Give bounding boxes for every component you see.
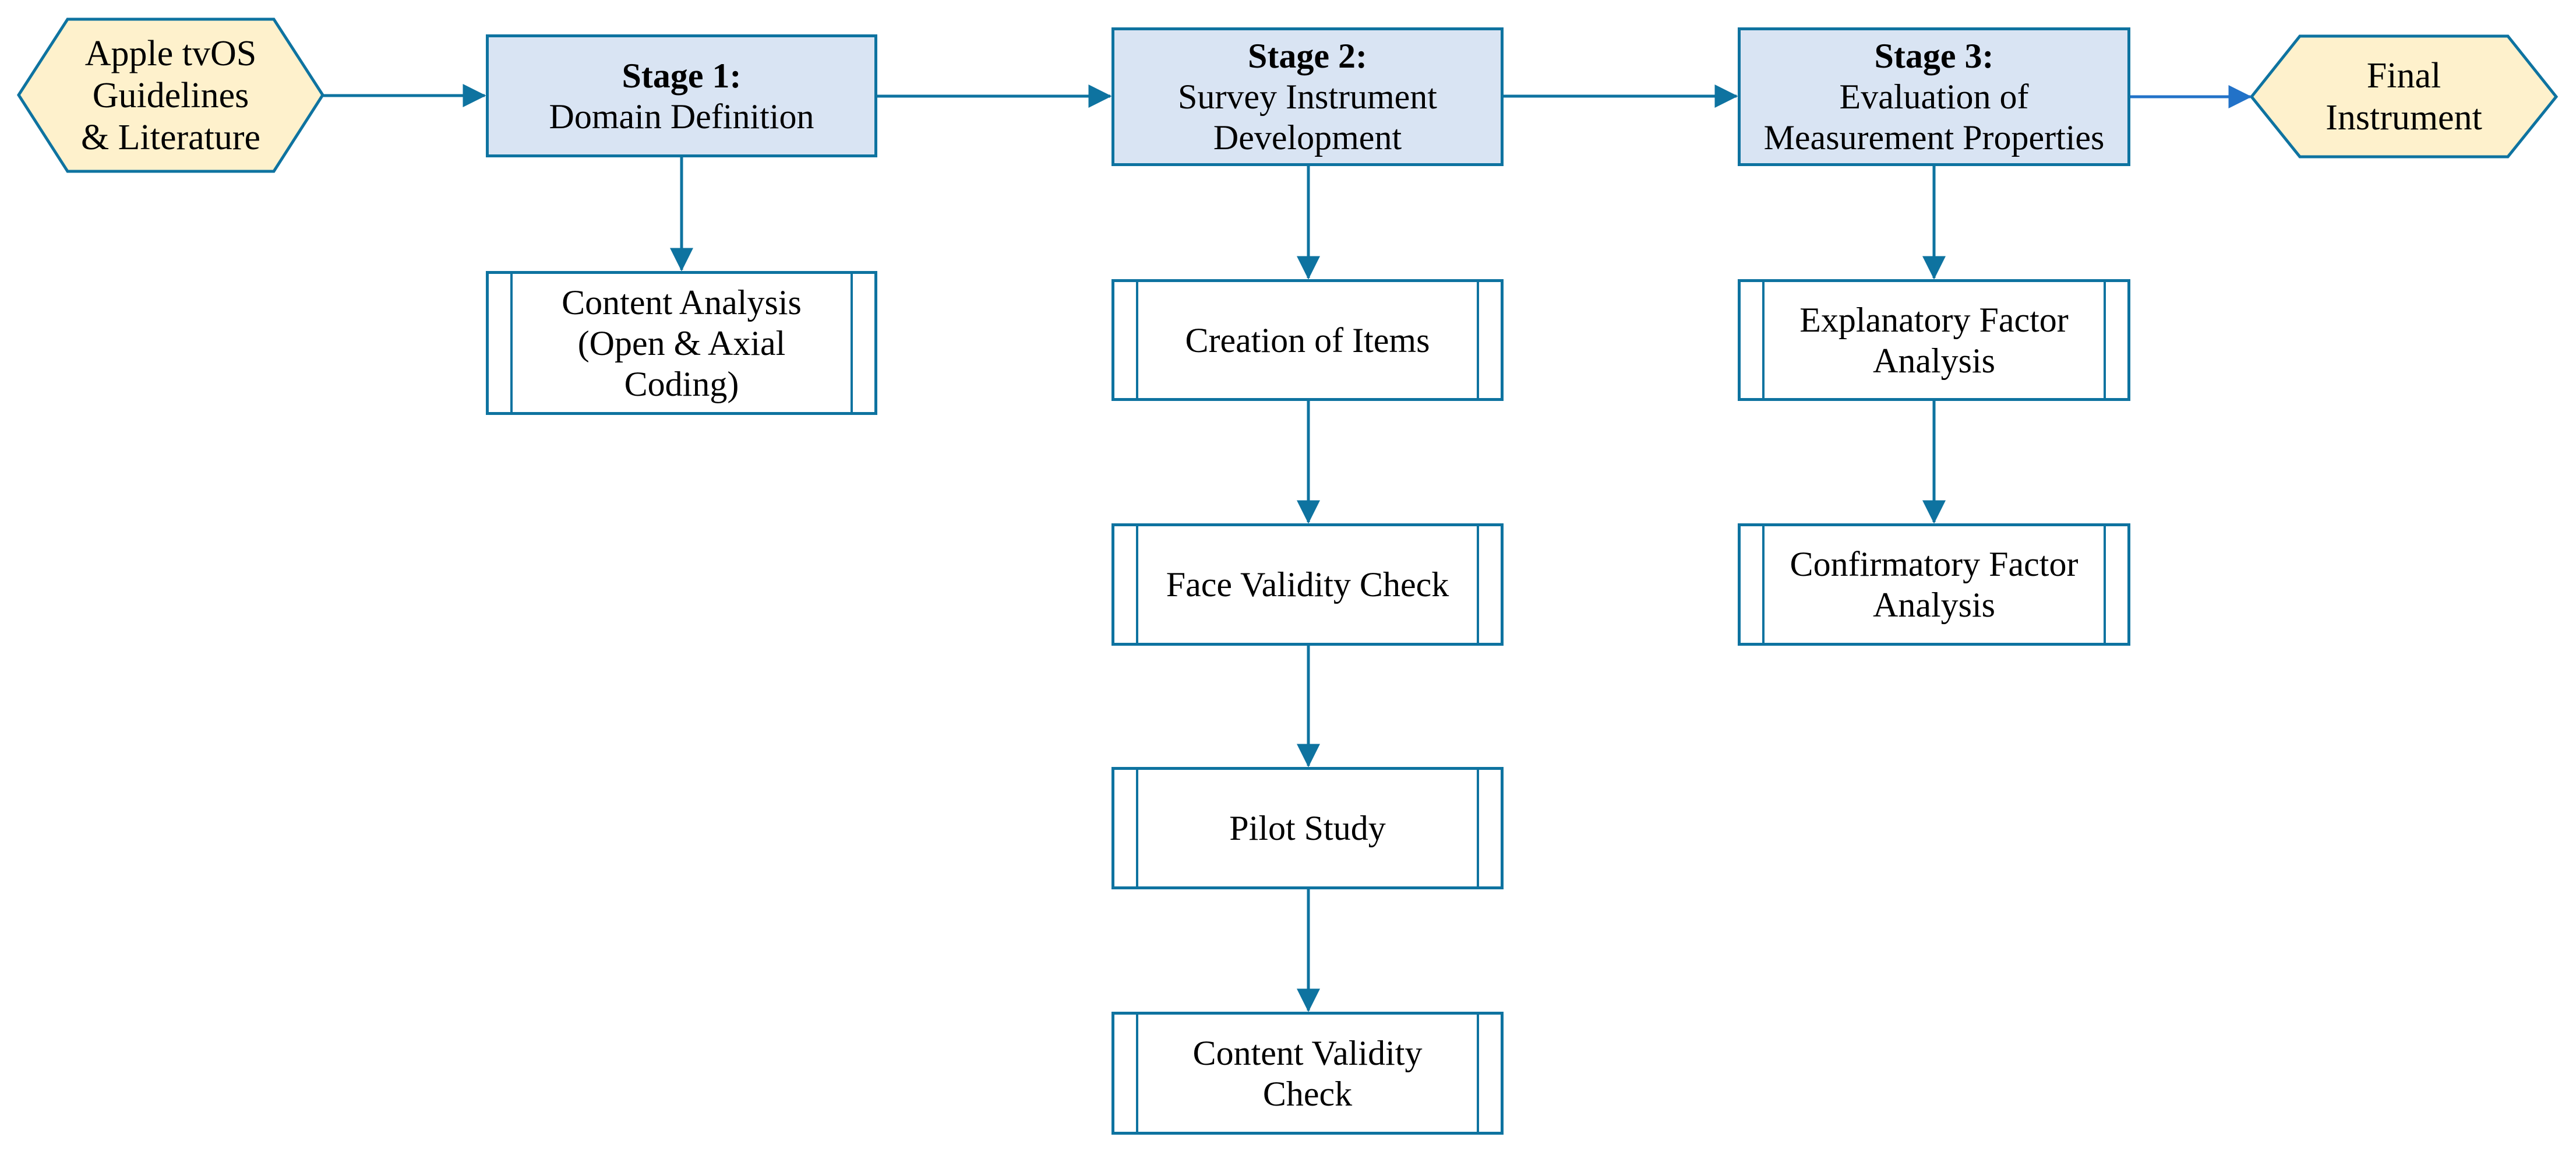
stage-3-title: Measurement Properties: [1763, 118, 2105, 157]
step-line: Analysis: [1873, 586, 1995, 624]
step-line: Pilot Study: [1229, 809, 1386, 847]
step-line: Confirmatory Factor: [1790, 545, 2079, 583]
input-line: Guidelines: [92, 75, 249, 115]
creation-of-items-box: Creation of Items: [1111, 279, 1504, 401]
content-analysis-box: Content Analysis (Open & Axial Coding): [486, 271, 877, 415]
stage-1-title: Domain Definition: [549, 97, 814, 136]
step-line: Coding): [624, 364, 739, 403]
explanatory-factor-analysis-box: Explanatory Factor Analysis: [1738, 279, 2130, 401]
step-line: (Open & Axial: [577, 323, 786, 362]
step-line: Analysis: [1873, 341, 1995, 380]
input-node: Apple tvOS Guidelines & Literature: [19, 19, 323, 171]
output-node: Final Instrument: [2252, 36, 2556, 157]
content-validity-check-box: Content Validity Check: [1111, 1012, 1504, 1135]
stage-2-box: Stage 2: Survey Instrument Development: [1111, 27, 1504, 166]
step-line: Face Validity Check: [1166, 565, 1449, 604]
step-line: Content Analysis: [562, 283, 802, 322]
input-line: Apple tvOS: [84, 33, 257, 73]
stage-2-label: Stage 2:: [1248, 37, 1367, 75]
output-line: Final: [2366, 55, 2441, 96]
pilot-study-box: Pilot Study: [1111, 767, 1504, 889]
stage-3-label: Stage 3:: [1874, 37, 1994, 75]
face-validity-check-box: Face Validity Check: [1111, 523, 1504, 646]
stage-1-label: Stage 1:: [622, 56, 742, 95]
confirmatory-factor-analysis-box: Confirmatory Factor Analysis: [1738, 523, 2130, 646]
input-line: & Literature: [80, 117, 261, 157]
stage-3-title: Evaluation of: [1839, 78, 2029, 116]
step-line: Creation of Items: [1185, 321, 1430, 360]
stage-2-title: Survey Instrument: [1178, 78, 1437, 116]
stage-1-box: Stage 1: Domain Definition: [486, 34, 877, 157]
step-line: Explanatory Factor: [1799, 300, 2069, 339]
output-line: Instrument: [2326, 97, 2482, 138]
step-line: Check: [1262, 1074, 1353, 1113]
step-line: Content Validity: [1192, 1033, 1423, 1072]
stage-3-box: Stage 3: Evaluation of Measurement Prope…: [1738, 27, 2130, 166]
stage-2-title: Development: [1213, 118, 1402, 157]
